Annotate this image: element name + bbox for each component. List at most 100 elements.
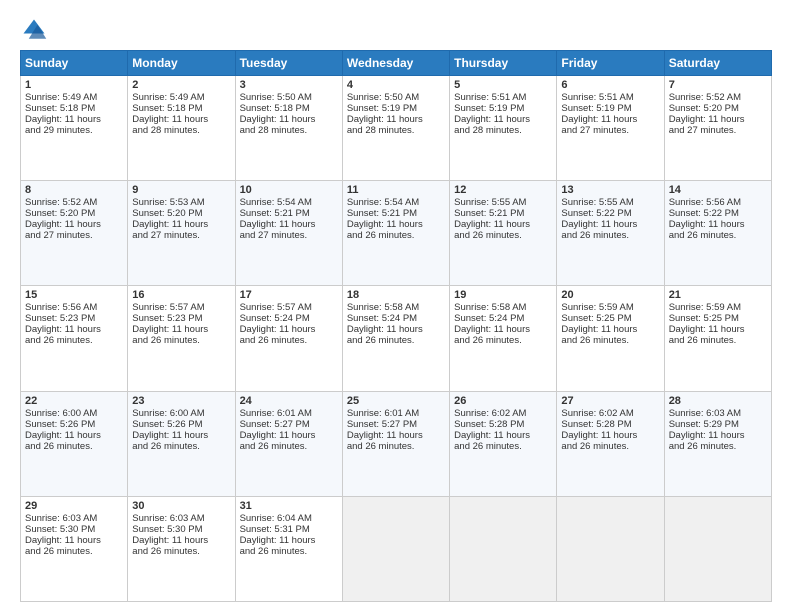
sunset-label: Sunset: 5:26 PM	[132, 419, 202, 430]
page: SundayMondayTuesdayWednesdayThursdayFrid…	[0, 0, 792, 612]
daylight-label: Daylight: 11 hours	[561, 114, 637, 125]
day-number: 21	[669, 289, 767, 301]
sunrise-label: Sunrise: 5:50 AM	[347, 92, 419, 103]
sunrise-label: Sunrise: 5:53 AM	[132, 197, 204, 208]
daylight-mins: and 28 minutes.	[132, 125, 200, 136]
calendar-cell: 23 Sunrise: 6:00 AM Sunset: 5:26 PM Dayl…	[128, 391, 235, 496]
sunset-label: Sunset: 5:18 PM	[25, 103, 95, 114]
day-number: 28	[669, 395, 767, 407]
day-number: 23	[132, 395, 230, 407]
daylight-label: Daylight: 11 hours	[240, 324, 316, 335]
sunrise-label: Sunrise: 5:49 AM	[25, 92, 97, 103]
daylight-mins: and 26 minutes.	[454, 230, 522, 241]
daylight-label: Daylight: 11 hours	[132, 535, 208, 546]
daylight-mins: and 26 minutes.	[561, 441, 629, 452]
calendar-week-5: 29 Sunrise: 6:03 AM Sunset: 5:30 PM Dayl…	[21, 496, 772, 601]
calendar-cell: 30 Sunrise: 6:03 AM Sunset: 5:30 PM Dayl…	[128, 496, 235, 601]
day-number: 18	[347, 289, 445, 301]
day-number: 4	[347, 79, 445, 91]
daylight-mins: and 28 minutes.	[454, 125, 522, 136]
daylight-mins: and 26 minutes.	[454, 335, 522, 346]
day-number: 3	[240, 79, 338, 91]
day-number: 2	[132, 79, 230, 91]
sunset-label: Sunset: 5:19 PM	[454, 103, 524, 114]
daylight-label: Daylight: 11 hours	[240, 114, 316, 125]
daylight-mins: and 26 minutes.	[347, 335, 415, 346]
daylight-mins: and 26 minutes.	[454, 441, 522, 452]
daylight-label: Daylight: 11 hours	[25, 535, 101, 546]
sunrise-label: Sunrise: 6:01 AM	[240, 408, 312, 419]
daylight-label: Daylight: 11 hours	[454, 324, 530, 335]
daylight-mins: and 26 minutes.	[240, 441, 308, 452]
day-number: 8	[25, 184, 123, 196]
day-number: 22	[25, 395, 123, 407]
sunrise-label: Sunrise: 5:57 AM	[240, 302, 312, 313]
daylight-mins: and 26 minutes.	[132, 441, 200, 452]
daylight-label: Daylight: 11 hours	[132, 219, 208, 230]
sunset-label: Sunset: 5:22 PM	[669, 208, 739, 219]
sunset-label: Sunset: 5:25 PM	[561, 313, 631, 324]
day-number: 16	[132, 289, 230, 301]
col-header-wednesday: Wednesday	[342, 51, 449, 76]
daylight-mins: and 27 minutes.	[240, 230, 308, 241]
day-number: 27	[561, 395, 659, 407]
daylight-label: Daylight: 11 hours	[561, 324, 637, 335]
daylight-label: Daylight: 11 hours	[454, 114, 530, 125]
sunset-label: Sunset: 5:19 PM	[347, 103, 417, 114]
daylight-mins: and 26 minutes.	[132, 546, 200, 557]
sunset-label: Sunset: 5:18 PM	[240, 103, 310, 114]
sunset-label: Sunset: 5:26 PM	[25, 419, 95, 430]
sunrise-label: Sunrise: 5:52 AM	[25, 197, 97, 208]
calendar-cell: 19 Sunrise: 5:58 AM Sunset: 5:24 PM Dayl…	[450, 286, 557, 391]
daylight-label: Daylight: 11 hours	[240, 430, 316, 441]
sunrise-label: Sunrise: 6:03 AM	[132, 513, 204, 524]
sunrise-label: Sunrise: 5:51 AM	[561, 92, 633, 103]
sunset-label: Sunset: 5:20 PM	[132, 208, 202, 219]
daylight-label: Daylight: 11 hours	[132, 114, 208, 125]
col-header-friday: Friday	[557, 51, 664, 76]
calendar-week-1: 1 Sunrise: 5:49 AM Sunset: 5:18 PM Dayli…	[21, 76, 772, 181]
daylight-label: Daylight: 11 hours	[669, 114, 745, 125]
day-number: 25	[347, 395, 445, 407]
sunset-label: Sunset: 5:21 PM	[240, 208, 310, 219]
daylight-mins: and 27 minutes.	[669, 125, 737, 136]
sunrise-label: Sunrise: 6:02 AM	[454, 408, 526, 419]
daylight-mins: and 26 minutes.	[25, 441, 93, 452]
calendar-cell: 24 Sunrise: 6:01 AM Sunset: 5:27 PM Dayl…	[235, 391, 342, 496]
calendar-cell: 25 Sunrise: 6:01 AM Sunset: 5:27 PM Dayl…	[342, 391, 449, 496]
calendar-cell: 16 Sunrise: 5:57 AM Sunset: 5:23 PM Dayl…	[128, 286, 235, 391]
daylight-label: Daylight: 11 hours	[347, 430, 423, 441]
col-header-tuesday: Tuesday	[235, 51, 342, 76]
calendar-cell: 6 Sunrise: 5:51 AM Sunset: 5:19 PM Dayli…	[557, 76, 664, 181]
sunset-label: Sunset: 5:30 PM	[25, 524, 95, 535]
day-number: 10	[240, 184, 338, 196]
daylight-mins: and 26 minutes.	[240, 335, 308, 346]
sunrise-label: Sunrise: 5:58 AM	[454, 302, 526, 313]
calendar-cell: 13 Sunrise: 5:55 AM Sunset: 5:22 PM Dayl…	[557, 181, 664, 286]
day-number: 29	[25, 500, 123, 512]
sunset-label: Sunset: 5:23 PM	[25, 313, 95, 324]
calendar-cell: 15 Sunrise: 5:56 AM Sunset: 5:23 PM Dayl…	[21, 286, 128, 391]
daylight-label: Daylight: 11 hours	[240, 219, 316, 230]
daylight-mins: and 26 minutes.	[25, 546, 93, 557]
daylight-mins: and 26 minutes.	[240, 546, 308, 557]
sunrise-label: Sunrise: 5:58 AM	[347, 302, 419, 313]
daylight-mins: and 27 minutes.	[25, 230, 93, 241]
sunset-label: Sunset: 5:18 PM	[132, 103, 202, 114]
sunrise-label: Sunrise: 5:59 AM	[669, 302, 741, 313]
sunrise-label: Sunrise: 5:57 AM	[132, 302, 204, 313]
daylight-mins: and 28 minutes.	[240, 125, 308, 136]
calendar-cell: 22 Sunrise: 6:00 AM Sunset: 5:26 PM Dayl…	[21, 391, 128, 496]
calendar-cell	[342, 496, 449, 601]
calendar-cell: 14 Sunrise: 5:56 AM Sunset: 5:22 PM Dayl…	[664, 181, 771, 286]
day-number: 15	[25, 289, 123, 301]
daylight-mins: and 26 minutes.	[25, 335, 93, 346]
sunset-label: Sunset: 5:29 PM	[669, 419, 739, 430]
daylight-label: Daylight: 11 hours	[132, 430, 208, 441]
daylight-mins: and 26 minutes.	[669, 441, 737, 452]
day-number: 14	[669, 184, 767, 196]
day-number: 24	[240, 395, 338, 407]
day-number: 31	[240, 500, 338, 512]
daylight-label: Daylight: 11 hours	[669, 219, 745, 230]
day-number: 20	[561, 289, 659, 301]
